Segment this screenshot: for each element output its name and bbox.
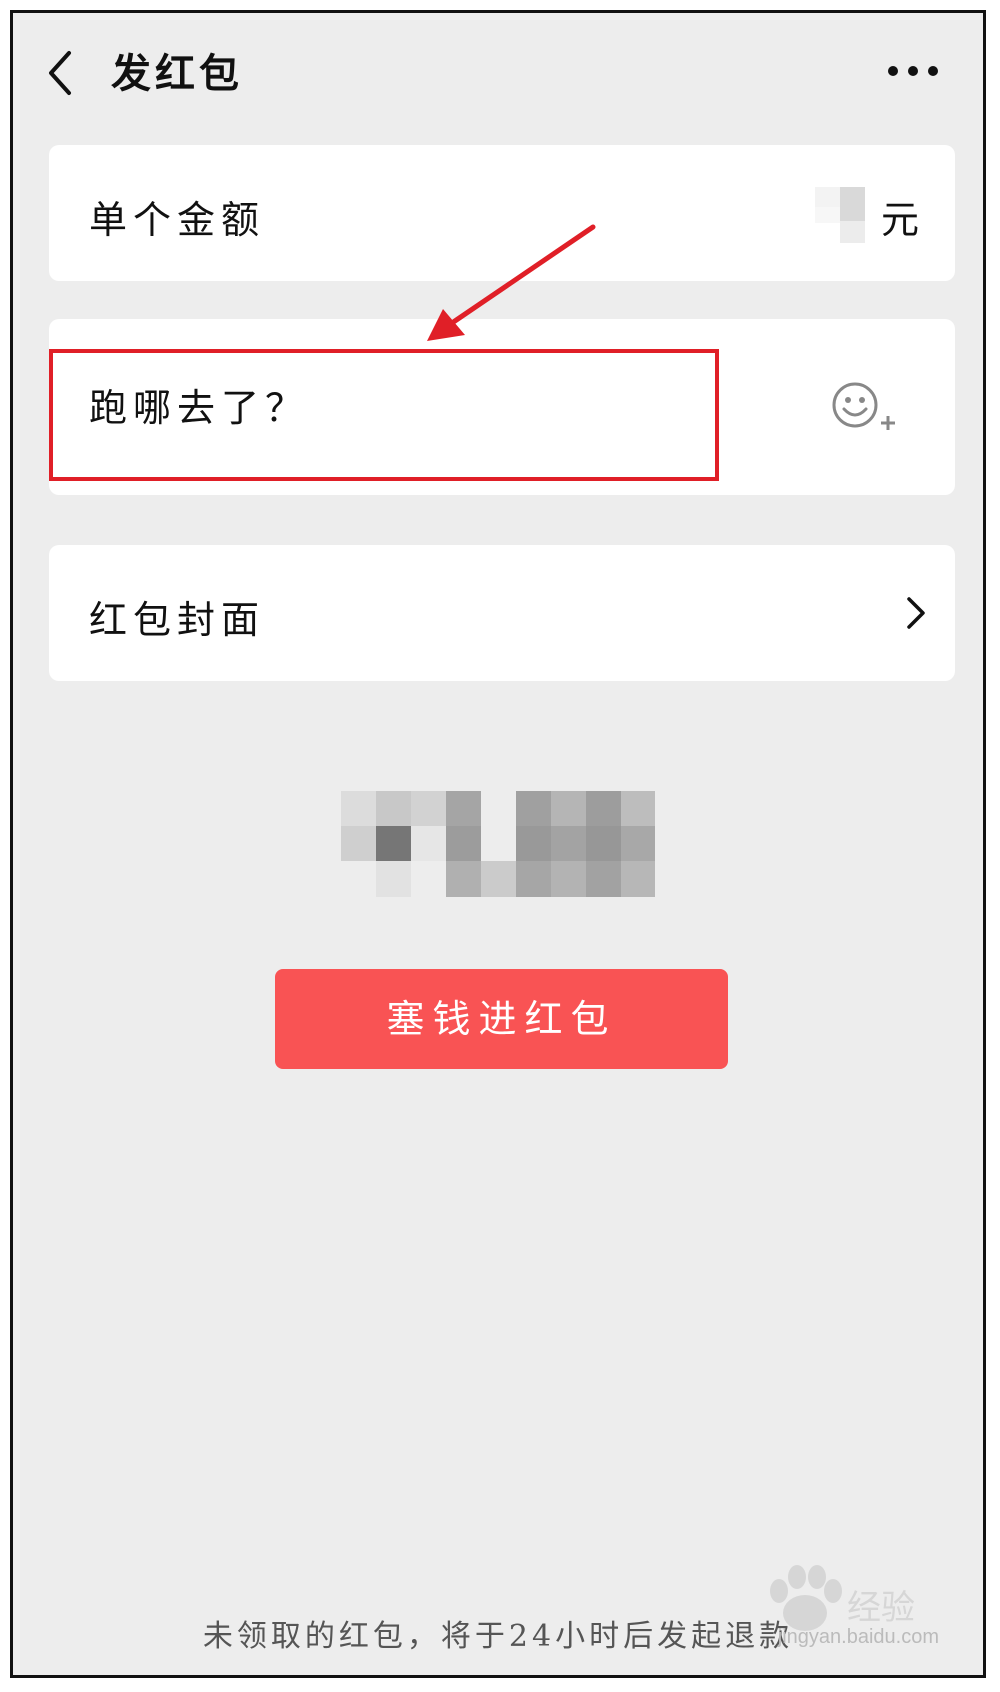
app-frame: 发红包 单个金额 元 跑哪去了？ 红包封面 塞钱进红包 未领取的红包，将于24小… bbox=[10, 10, 986, 1678]
chevron-right-icon bbox=[907, 597, 925, 629]
more-icon[interactable] bbox=[883, 51, 943, 91]
amount-label: 单个金额 bbox=[89, 198, 266, 242]
amount-unit: 元 bbox=[881, 198, 920, 242]
amount-value-redacted[interactable] bbox=[815, 187, 865, 243]
svg-text:经验: 经验 bbox=[847, 1589, 915, 1627]
page-title: 发红包 bbox=[111, 50, 243, 97]
total-amount-redacted bbox=[341, 791, 655, 897]
watermark-url: jingyan.baidu.com bbox=[777, 1626, 939, 1648]
emoji-add-icon[interactable] bbox=[829, 379, 899, 435]
back-icon[interactable] bbox=[41, 43, 81, 103]
cover-card[interactable]: 红包封面 bbox=[49, 545, 955, 681]
annotation-arrow bbox=[427, 224, 596, 341]
top-bar: 发红包 bbox=[13, 13, 983, 133]
annotation-highlight-box bbox=[49, 349, 719, 481]
cover-label: 红包封面 bbox=[89, 598, 266, 642]
submit-red-packet-button[interactable]: 塞钱进红包 bbox=[275, 969, 728, 1069]
